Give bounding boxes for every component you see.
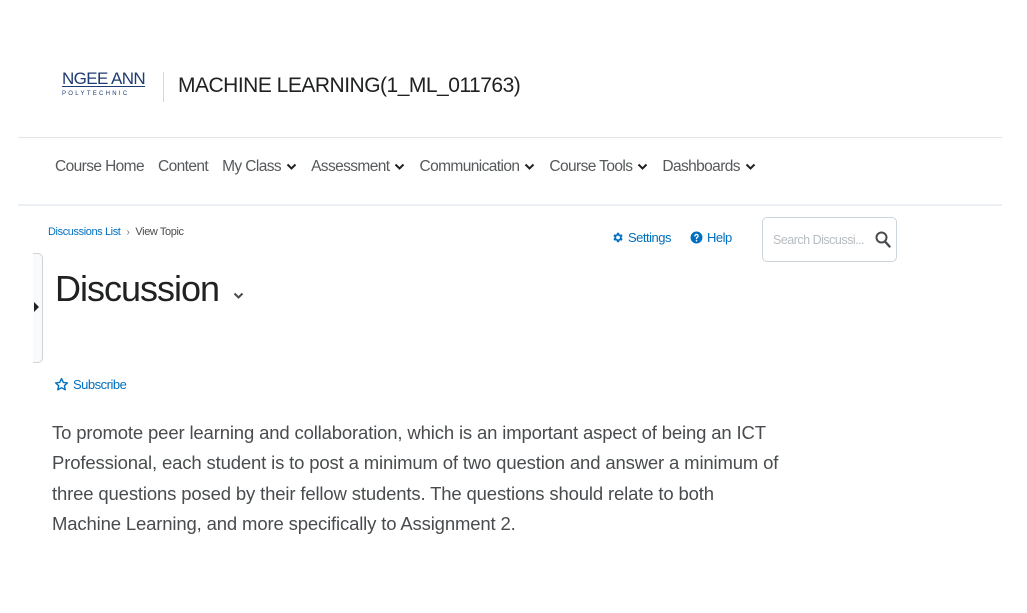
nav-item-label: Course Home <box>55 158 145 175</box>
gear-icon <box>613 232 623 243</box>
nav-item-my-class[interactable]: My Class <box>222 158 297 176</box>
nav-list: Course Home Content My Class Assessment Comm… <box>55 158 770 176</box>
search-input[interactable] <box>773 230 868 250</box>
topic-description: To promote peer learning and collaborati… <box>52 422 779 534</box>
page-title-row: Discussion <box>55 265 244 313</box>
institution-logo[interactable]: NGEE ANN POLYTECHNIC <box>62 70 150 98</box>
course-header: NGEE ANN POLYTECHNIC MACHINE LEARNING(1_… <box>18 0 1002 138</box>
star-outline-icon <box>54 377 69 391</box>
page-title: Discussion <box>55 268 220 309</box>
nav-item-communication[interactable]: Communication <box>419 158 535 176</box>
chevron-down-icon[interactable] <box>233 292 244 300</box>
search-discussions-box <box>762 217 897 262</box>
nav-item-label: Content <box>158 158 209 175</box>
nav-item-label: My Class <box>222 158 282 175</box>
nav-item-dashboards[interactable]: Dashboards <box>662 158 756 176</box>
settings-button[interactable]: Settings <box>611 230 671 245</box>
course-title[interactable]: MACHINE LEARNING(1_ML_011763) <box>178 72 521 100</box>
course-navbar: Course Home Content My Class Assessment Comm… <box>18 138 1002 206</box>
chevron-down-icon <box>286 163 297 170</box>
chevron-down-icon <box>638 163 648 170</box>
nav-item-label: Course Tools <box>549 158 633 175</box>
caret-right-icon <box>34 302 39 312</box>
search-icon[interactable] <box>875 231 891 248</box>
subscribe-button[interactable]: Subscribe <box>54 377 127 392</box>
breadcrumb-separator-icon: › <box>126 226 130 238</box>
settings-label: Settings <box>628 230 671 245</box>
help-icon <box>690 231 703 244</box>
breadcrumb-current: View Topic <box>135 226 184 238</box>
subscribe-label: Subscribe <box>73 377 127 392</box>
nav-item-assessment[interactable]: Assessment <box>311 158 405 176</box>
chevron-down-icon <box>745 163 756 170</box>
help-label: Help <box>707 230 732 245</box>
breadcrumb: Discussions List › View Topic <box>48 226 184 238</box>
breadcrumb-discussions-list[interactable]: Discussions List <box>48 226 121 238</box>
nav-item-content[interactable]: Content <box>158 158 209 176</box>
nav-item-label: Communication <box>419 158 520 175</box>
logo-subtitle: POLYTECHNIC <box>62 91 130 97</box>
nav-item-label: Assessment <box>311 158 390 175</box>
nav-item-course-tools[interactable]: Course Tools <box>549 158 648 176</box>
header-divider <box>163 72 164 102</box>
logo-wordmark: NGEE ANN <box>62 69 146 88</box>
chevron-down-icon <box>395 163 405 170</box>
side-panel-toggle[interactable] <box>33 253 43 363</box>
nav-item-course-home[interactable]: Course Home <box>55 158 145 176</box>
help-button[interactable]: Help <box>690 230 732 245</box>
chevron-down-icon <box>525 163 535 170</box>
nav-item-label: Dashboards <box>662 158 740 175</box>
